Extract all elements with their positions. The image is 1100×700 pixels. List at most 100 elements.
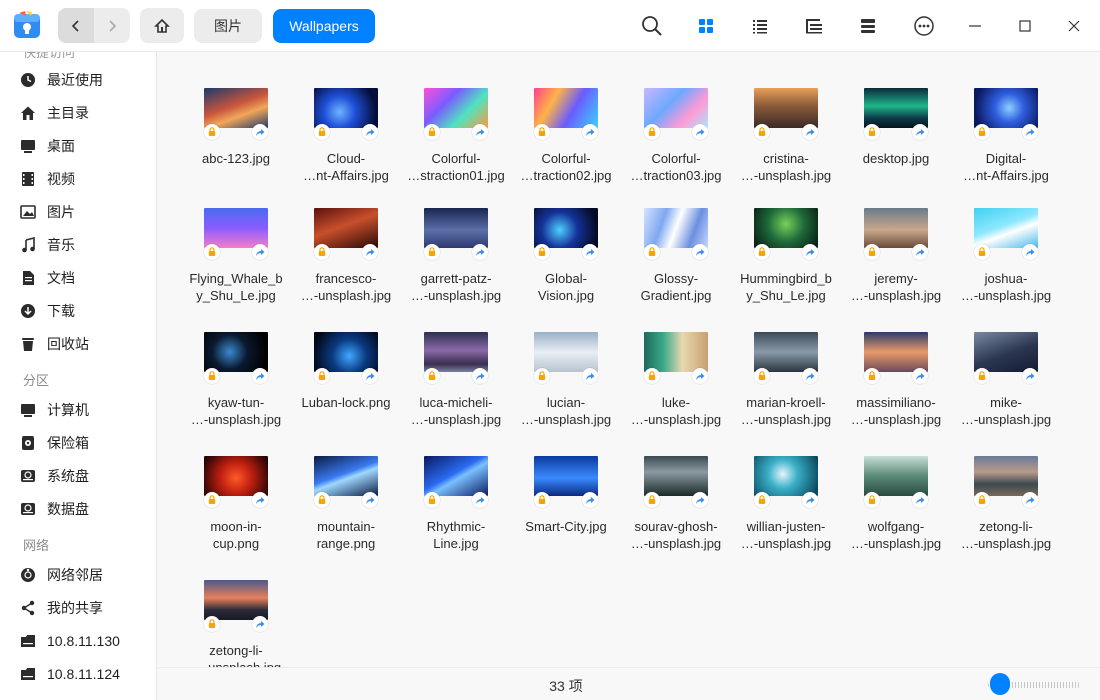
file-item[interactable]: francesco- …-unsplash.jpg [291, 172, 401, 303]
file-thumbnail [204, 332, 268, 372]
sidebar-item-vault[interactable]: 保险箱 [18, 428, 150, 458]
sidebar-item-music[interactable]: 音乐 [18, 230, 150, 260]
list-view-button[interactable] [747, 13, 773, 39]
breadcrumb-wallpapers[interactable]: Wallpapers [273, 9, 375, 43]
file-item[interactable]: zetong-li- …-unsplash.jpg [951, 420, 1061, 551]
share-emblem-icon [912, 244, 928, 260]
lock-emblem-icon [754, 244, 770, 260]
sidebar-item-downloads[interactable]: 下载 [18, 296, 150, 326]
breadcrumb-home-button[interactable] [140, 8, 184, 43]
file-item[interactable]: mountain- range.png [291, 420, 401, 551]
file-item[interactable]: luke- …-unsplash.jpg [621, 296, 731, 427]
file-thumbnail [534, 332, 598, 372]
share-emblem-icon [1022, 244, 1038, 260]
file-grid: abc-123.jpg Cloud- …nt-Affairs.jpg Colorfu… [158, 52, 1100, 667]
share-emblem-icon [252, 492, 268, 508]
file-name: desktop.jpg [862, 151, 930, 166]
file-item[interactable]: Flying_Whale_b y_Shu_Le.jpg [181, 172, 291, 303]
details-panel-button[interactable] [855, 13, 881, 39]
tree-view-button[interactable] [801, 13, 827, 39]
file-item[interactable]: wolfgang- …-unsplash.jpg [841, 420, 951, 551]
more-icon [914, 16, 934, 36]
home-icon [18, 103, 38, 123]
sidebar-item-videos[interactable]: 视频 [18, 164, 150, 194]
file-item[interactable]: moon-in- cup.png [181, 420, 291, 551]
forward-button[interactable] [94, 8, 130, 43]
file-item[interactable]: luca-micheli- …-unsplash.jpg [401, 296, 511, 427]
lock-emblem-icon [424, 244, 440, 260]
icon-view-button[interactable] [693, 13, 719, 39]
file-item[interactable]: joshua- …-unsplash.jpg [951, 172, 1061, 303]
share-emblem-icon [472, 368, 488, 384]
back-button[interactable] [58, 8, 94, 43]
sidebar-item-computer[interactable]: 计算机 [18, 395, 150, 425]
file-thumbnail [314, 332, 378, 372]
file-item[interactable]: desktop.jpg [841, 52, 951, 167]
search-button[interactable] [639, 13, 665, 39]
sidebar-item-recent[interactable]: 最近使用 [18, 65, 150, 95]
sidebar-item-data-disk[interactable]: 数据盘 [18, 494, 150, 524]
share-emblem-icon [252, 244, 268, 260]
sidebar-item-label: 保险箱 [47, 436, 89, 452]
lock-emblem-icon [754, 368, 770, 384]
maximize-button[interactable] [1012, 13, 1038, 39]
more-menu-button[interactable] [911, 13, 937, 39]
file-item[interactable]: jeremy- …-unsplash.jpg [841, 172, 951, 303]
chevron-right-icon [109, 19, 117, 32]
file-item[interactable]: willian-justen- …-unsplash.jpg [731, 420, 841, 551]
file-manager-logo-icon [12, 10, 42, 40]
file-item[interactable]: Colorful- …traction02.jpg [511, 52, 621, 183]
file-thumbnail [204, 208, 268, 248]
share-emblem-icon [472, 244, 488, 260]
sidebar-item-label: 回收站 [47, 337, 89, 353]
sidebar-item-documents[interactable]: 文档 [18, 263, 150, 293]
sidebar-item-desktop[interactable]: 桌面 [18, 131, 150, 161]
file-item[interactable]: Rhythmic- Line.jpg [401, 420, 511, 551]
file-thumbnail [864, 88, 928, 128]
lock-emblem-icon [754, 124, 770, 140]
file-item[interactable]: marian-kroell- …-unsplash.jpg [731, 296, 841, 427]
share-emblem-icon [1022, 492, 1038, 508]
file-item[interactable]: Cloud- …nt-Affairs.jpg [291, 52, 401, 183]
file-item[interactable]: Colorful- …traction03.jpg [621, 52, 731, 183]
minimize-icon [969, 25, 981, 27]
file-item[interactable]: zetong-li- …-unsplash.jpg [181, 544, 291, 667]
icon-size-slider-handle[interactable] [990, 673, 1010, 695]
file-item[interactable]: lucian- …-unsplash.jpg [511, 296, 621, 427]
file-item[interactable]: Luban-lock.png [291, 296, 401, 411]
file-thumbnail [204, 580, 268, 620]
sidebar-item-trash[interactable]: 回收站 [18, 329, 150, 359]
sidebar-item-my-shares[interactable]: 我的共享 [18, 593, 150, 623]
file-item[interactable]: abc-123.jpg [181, 52, 291, 167]
share-emblem-icon [362, 368, 378, 384]
file-item[interactable]: garrett-patz- …-unsplash.jpg [401, 172, 511, 303]
breadcrumb-pictures[interactable]: 图片 [194, 9, 262, 43]
sidebar-item-server-124[interactable]: 10.8.11.124 [18, 659, 150, 689]
lock-emblem-icon [424, 492, 440, 508]
document-icon [18, 268, 38, 288]
file-item[interactable]: cristina- …-unsplash.jpg [731, 52, 841, 183]
minimize-button[interactable] [962, 13, 988, 39]
file-item[interactable]: mike- …-unsplash.jpg [951, 296, 1061, 427]
file-item[interactable]: Hummingbird_b y_Shu_Le.jpg [731, 172, 841, 303]
sidebar-item-server-130[interactable]: 10.8.11.130 [18, 626, 150, 656]
file-thumbnail [424, 88, 488, 128]
file-item[interactable]: Glossy- Gradient.jpg [621, 172, 731, 303]
file-thumbnail [314, 88, 378, 128]
sidebar-item-home[interactable]: 主目录 [18, 98, 150, 128]
file-item[interactable]: Digital- …nt-Affairs.jpg [951, 52, 1061, 183]
file-item[interactable]: kyaw-tun- …-unsplash.jpg [181, 296, 291, 427]
sidebar-item-pictures[interactable]: 图片 [18, 197, 150, 227]
sidebar-item-label: 图片 [47, 205, 75, 221]
file-item[interactable]: Colorful- …straction01.jpg [401, 52, 511, 183]
file-item[interactable]: sourav-ghosh- …-unsplash.jpg [621, 420, 731, 551]
sidebar-item-system-disk[interactable]: 系统盘 [18, 461, 150, 491]
disk-icon [18, 499, 38, 519]
file-item[interactable]: Smart-City.jpg [511, 420, 621, 535]
close-button[interactable] [1061, 13, 1087, 39]
file-item[interactable]: massimiliano- …-unsplash.jpg [841, 296, 951, 427]
file-item[interactable]: Global- Vision.jpg [511, 172, 621, 303]
sidebar-item-label: 10.8.11.130 [47, 633, 120, 649]
sidebar-item-network-neighborhood[interactable]: 网络邻居 [18, 560, 150, 590]
lock-emblem-icon [974, 368, 990, 384]
